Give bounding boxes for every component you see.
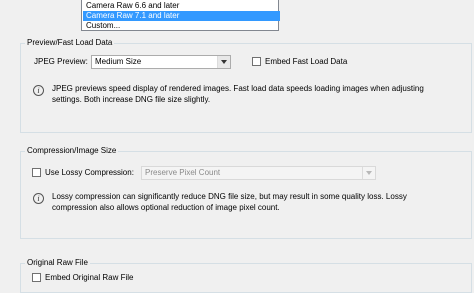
chevron-down-icon <box>217 56 230 68</box>
info-icon: i <box>33 85 44 96</box>
preview-group-title: Preview/Fast Load Data <box>25 38 115 48</box>
preview-info-line-1: JPEG previews speed display of rendered … <box>52 84 424 93</box>
embed-fast-load-label[interactable]: Embed Fast Load Data <box>265 57 347 67</box>
jpeg-preview-value: Medium Size <box>95 57 142 66</box>
chevron-down-icon <box>362 167 375 179</box>
compatibility-list[interactable]: Camera Raw 6.6 and later Camera Raw 7.1 … <box>81 0 280 31</box>
embed-fast-load-checkbox[interactable] <box>252 57 261 66</box>
list-item-camera-raw-6-6[interactable]: Camera Raw 6.6 and later <box>83 1 280 11</box>
preview-info-text: JPEG previews speed display of rendered … <box>52 83 452 105</box>
pixel-count-value: Preserve Pixel Count <box>145 168 221 177</box>
list-item-camera-raw-7-1[interactable]: Camera Raw 7.1 and later <box>83 11 280 21</box>
pixel-count-select[interactable]: Preserve Pixel Count <box>141 166 376 180</box>
embed-original-raw-label[interactable]: Embed Original Raw File <box>45 273 133 283</box>
compression-info-line-2: compression also allows optional reducti… <box>52 203 280 212</box>
lossy-compression-checkbox[interactable] <box>32 168 41 177</box>
compression-info-text: Lossy compression can significantly redu… <box>52 191 452 213</box>
embed-original-raw-checkbox[interactable] <box>32 273 41 282</box>
compression-group-title: Compression/Image Size <box>25 146 119 156</box>
info-icon: i <box>33 193 44 204</box>
jpeg-preview-label: JPEG Preview: <box>34 57 88 66</box>
lossy-compression-label[interactable]: Use Lossy Compression: <box>45 168 134 178</box>
jpeg-preview-select[interactable]: Medium Size <box>91 55 231 69</box>
list-item-custom[interactable]: Custom... <box>83 21 280 31</box>
compression-info-line-1: Lossy compression can significantly redu… <box>52 192 407 201</box>
preview-info-line-2: settings. Both increase DNG file size sl… <box>52 95 211 104</box>
original-raw-group-title: Original Raw File <box>25 258 90 268</box>
